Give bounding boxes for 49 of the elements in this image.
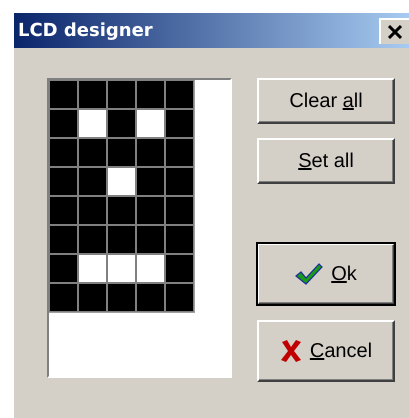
pixel-cell[interactable] — [79, 110, 106, 137]
close-button[interactable] — [379, 18, 409, 44]
pixel-cell[interactable] — [50, 197, 77, 224]
pixel-cell[interactable] — [137, 284, 164, 311]
pixel-cell[interactable] — [108, 255, 135, 282]
pixel-cell[interactable] — [108, 110, 135, 137]
pixel-cell[interactable] — [108, 226, 135, 253]
pixel-cell[interactable] — [166, 284, 193, 311]
pixel-cell[interactable] — [166, 110, 193, 137]
close-icon — [388, 24, 402, 38]
pixel-cell[interactable] — [108, 139, 135, 166]
pixel-cell[interactable] — [137, 168, 164, 195]
window-title: LCD designer — [18, 20, 153, 41]
pixel-cell[interactable] — [50, 255, 77, 282]
pixel-cell[interactable] — [79, 81, 106, 108]
pixel-cell[interactable] — [79, 139, 106, 166]
checkmark-icon — [295, 262, 324, 286]
pixel-cell[interactable] — [79, 226, 106, 253]
set-all-button[interactable]: Set all — [257, 138, 395, 184]
pixel-cell[interactable] — [137, 226, 164, 253]
pixel-cell[interactable] — [108, 168, 135, 195]
pixel-cell[interactable] — [79, 168, 106, 195]
pixel-cell[interactable] — [50, 226, 77, 253]
pixel-cell[interactable] — [108, 284, 135, 311]
pixel-cell[interactable] — [166, 168, 193, 195]
pixel-cell[interactable] — [166, 139, 193, 166]
pixel-cell[interactable] — [137, 255, 164, 282]
pixel-cell[interactable] — [137, 139, 164, 166]
pixel-cell[interactable] — [166, 226, 193, 253]
pixel-cell[interactable] — [108, 197, 135, 224]
pixel-cell[interactable] — [166, 255, 193, 282]
pixel-cell[interactable] — [50, 168, 77, 195]
pixel-cell[interactable] — [166, 197, 193, 224]
pixel-cell[interactable] — [50, 284, 77, 311]
pixel-cell[interactable] — [79, 197, 106, 224]
pixel-cell[interactable] — [137, 197, 164, 224]
pixel-cell[interactable] — [50, 110, 77, 137]
pixel-cell[interactable] — [50, 81, 77, 108]
pixel-cell[interactable] — [166, 81, 193, 108]
cross-icon — [280, 339, 302, 363]
pixel-cell[interactable] — [137, 110, 164, 137]
pixel-cell[interactable] — [79, 255, 106, 282]
ok-button[interactable]: Ok — [257, 243, 395, 305]
pixel-cell[interactable] — [137, 81, 164, 108]
clear-all-button[interactable]: Clear all — [257, 78, 395, 124]
cancel-button[interactable]: Cancel — [257, 320, 395, 382]
pixel-cell[interactable] — [108, 81, 135, 108]
pixel-cell[interactable] — [50, 139, 77, 166]
pixel-cell[interactable] — [79, 284, 106, 311]
